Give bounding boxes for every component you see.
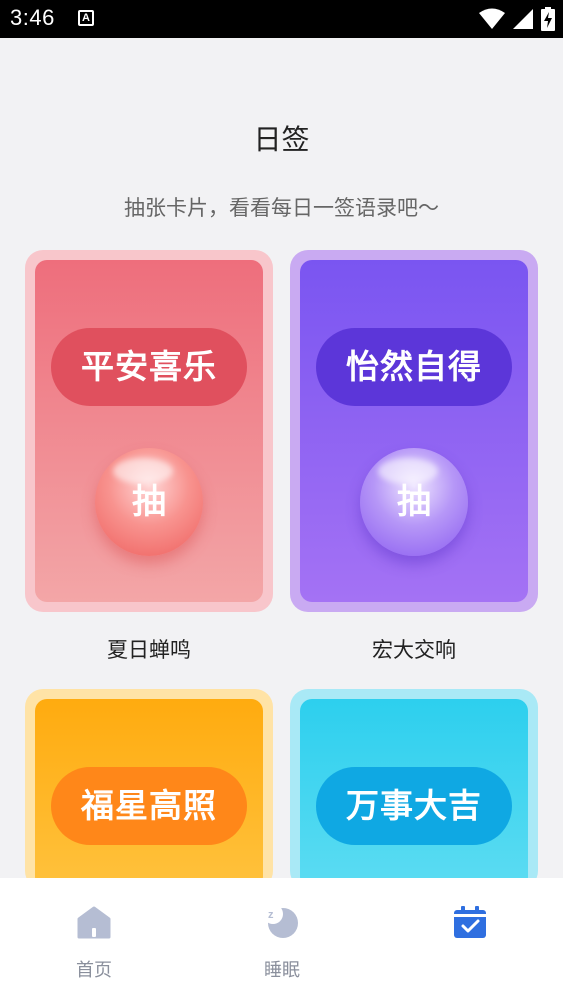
page-subtitle: 抽张卡片，看看每日一签语录吧～ <box>124 196 439 220</box>
card-1-face: 平安喜乐 抽 <box>35 260 263 602</box>
card-2-phrase: 怡然自得 <box>316 328 512 406</box>
card-2-draw-label: 抽 <box>397 482 431 522</box>
signal-icon <box>513 9 533 29</box>
nav-item-sleep[interactable]: z 睡眠 <box>188 878 376 1002</box>
calendar-check-icon <box>454 906 486 938</box>
status-time: 3:46 <box>10 5 55 30</box>
card-1-phrase: 平安喜乐 <box>51 328 247 406</box>
nav-label-sleep: 睡眠 <box>264 960 300 981</box>
moon-sleep-icon: z <box>264 904 298 938</box>
card-1-draw-label: 抽 <box>132 482 166 522</box>
card-3-face: 福星高照 <box>35 699 263 889</box>
svg-text:z: z <box>268 909 274 921</box>
card-4-phrase: 万事大吉 <box>316 767 512 845</box>
card-2-draw-button[interactable]: 抽 <box>360 448 468 556</box>
card-4-face: 万事大吉 <box>300 699 528 889</box>
bottom-nav: 首页 z 睡眠 <box>0 878 563 1002</box>
page-title: 日签 <box>253 123 310 156</box>
battery-charging-icon <box>541 7 555 31</box>
home-icon <box>77 906 111 939</box>
card-2-label: 宏大交响 <box>372 638 456 662</box>
card-1[interactable]: 平安喜乐 抽 <box>25 250 273 612</box>
nav-label-home: 首页 <box>76 960 112 981</box>
status-icons <box>479 7 555 31</box>
card-1-label: 夏日蝉鸣 <box>107 638 191 662</box>
card-2[interactable]: 怡然自得 抽 <box>290 250 538 612</box>
notification-a-icon: A <box>78 10 94 26</box>
card-3-phrase: 福星高照 <box>51 767 247 845</box>
nav-item-home[interactable]: 首页 <box>0 878 188 1002</box>
card-2-face: 怡然自得 抽 <box>300 260 528 602</box>
card-1-draw-button[interactable]: 抽 <box>95 448 203 556</box>
wifi-icon <box>479 8 505 29</box>
card-4[interactable]: 万事大吉 <box>290 689 538 889</box>
card-3[interactable]: 福星高照 <box>25 689 273 889</box>
nav-item-daily-sign[interactable] <box>376 878 563 1002</box>
status-bar: 3:46 A <box>0 0 563 38</box>
